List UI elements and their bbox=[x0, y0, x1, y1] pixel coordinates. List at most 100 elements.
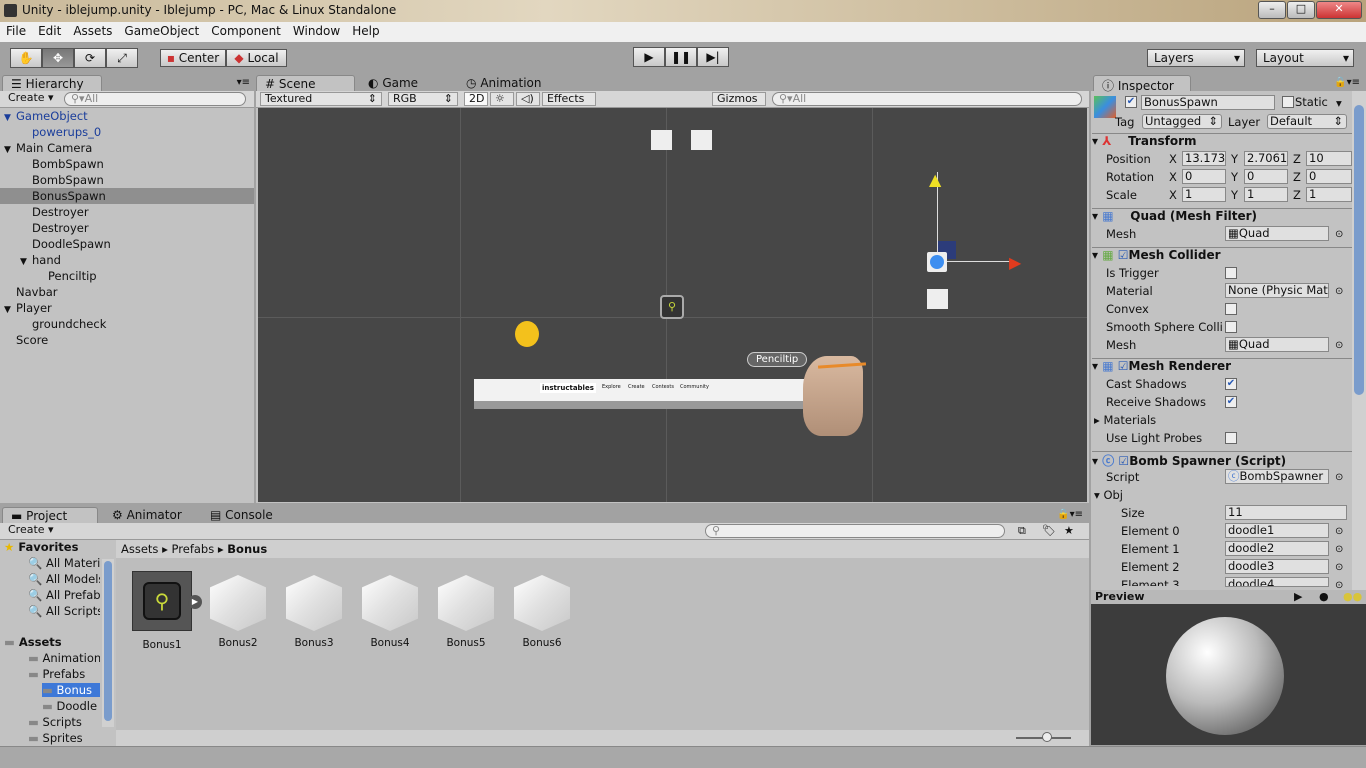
element-field[interactable]: doodle4 bbox=[1225, 577, 1329, 587]
scale-x-input[interactable]: 1 bbox=[1182, 187, 1226, 202]
position-y-input[interactable]: 2.7061 bbox=[1244, 151, 1288, 166]
layers-dropdown[interactable]: Layers ▾ bbox=[1147, 49, 1245, 67]
rotation-x-input[interactable]: 0 bbox=[1182, 169, 1226, 184]
favorites-header[interactable]: ★ Favorites bbox=[4, 540, 100, 554]
hierarchy-item[interactable]: DoodleSpawn bbox=[0, 236, 254, 252]
hierarchy-item[interactable]: Destroyer bbox=[0, 204, 254, 220]
asset-item[interactable]: Bonus2 bbox=[206, 575, 270, 649]
foldout-arrow-icon[interactable]: ▼ bbox=[4, 142, 16, 158]
hand-tool-button[interactable]: ✋ bbox=[10, 48, 42, 68]
folder-item[interactable]: ▬ Animation bbox=[28, 651, 100, 665]
receive-shadows-checkbox[interactable]: ✔ bbox=[1225, 396, 1237, 408]
rotation-z-input[interactable]: 0 bbox=[1306, 169, 1352, 184]
foldout-arrow-icon[interactable]: ▼ bbox=[20, 254, 32, 270]
tree-scrollbar[interactable] bbox=[102, 559, 114, 727]
scale-z-input[interactable]: 1 bbox=[1306, 187, 1352, 202]
material-field[interactable]: None (Physic Mate bbox=[1225, 283, 1329, 298]
assets-header[interactable]: ▬ Assets bbox=[4, 635, 100, 649]
step-button[interactable]: ▶| bbox=[697, 47, 729, 67]
filter-label-icon[interactable]: 🏷 bbox=[1042, 524, 1056, 537]
favorite-item[interactable]: 🔍 All Prefab bbox=[28, 588, 100, 602]
transform-header[interactable]: ▾ ⅄ Transform bbox=[1092, 133, 1352, 151]
asset-item[interactable]: Bonus5 bbox=[434, 575, 498, 649]
menu-window[interactable]: Window bbox=[287, 22, 346, 40]
menu-help[interactable]: Help bbox=[346, 22, 385, 40]
convex-checkbox[interactable] bbox=[1225, 303, 1237, 315]
element-field[interactable]: doodle1 bbox=[1225, 523, 1329, 538]
render-mode-dropdown[interactable]: RGB ⇕ bbox=[388, 92, 458, 106]
object-picker-icon[interactable]: ⊙ bbox=[1335, 526, 1343, 537]
tab-animation[interactable]: ◷ Animation bbox=[458, 75, 550, 91]
tab-animator[interactable]: ⚙ Animator bbox=[104, 507, 190, 523]
favorite-item[interactable]: 🔍 All Materi bbox=[28, 556, 100, 570]
mesh-renderer-header[interactable]: ▾ ▦ ☑Mesh Renderer bbox=[1092, 358, 1352, 376]
object-picker-icon[interactable]: ⊙ bbox=[1335, 229, 1343, 240]
element-field[interactable]: doodle2 bbox=[1225, 541, 1329, 556]
favorite-item[interactable]: 🔍 All Scripts bbox=[28, 604, 100, 618]
object-picker-icon[interactable]: ⊙ bbox=[1335, 286, 1343, 297]
folder-item[interactable]: ▬ Doodle bbox=[42, 699, 100, 713]
cast-shadows-checkbox[interactable]: ✔ bbox=[1225, 378, 1237, 390]
menu-gameobject[interactable]: GameObject bbox=[118, 22, 205, 40]
close-button[interactable]: ✕ bbox=[1316, 1, 1362, 19]
project-search-input[interactable]: ⚲ bbox=[705, 524, 1005, 538]
active-checkbox[interactable]: ✔ bbox=[1125, 96, 1137, 108]
layer-dropdown[interactable]: Default ⇕ bbox=[1267, 114, 1347, 129]
folder-item[interactable]: ▬ Prefabs bbox=[28, 667, 100, 681]
hierarchy-item[interactable]: Penciltip bbox=[0, 268, 254, 284]
mesh-collider-header[interactable]: ▾ ▦ ☑Mesh Collider bbox=[1092, 247, 1352, 265]
mesh-filter-header[interactable]: ▾ ▦ Quad (Mesh Filter) bbox=[1092, 208, 1352, 226]
tab-hierarchy[interactable]: ☰ Hierarchy bbox=[2, 75, 102, 91]
static-checkbox[interactable] bbox=[1282, 96, 1294, 108]
hierarchy-item[interactable]: ▼ GameObject bbox=[0, 108, 254, 124]
pivot-center-button[interactable]: ▪ Center bbox=[160, 49, 226, 67]
spawn-square[interactable] bbox=[927, 289, 948, 309]
spawn-square[interactable] bbox=[651, 130, 672, 150]
menu-assets[interactable]: Assets bbox=[67, 22, 118, 40]
smooth-sphere-checkbox[interactable] bbox=[1225, 321, 1237, 333]
object-picker-icon[interactable]: ⊙ bbox=[1335, 340, 1343, 351]
foldout-arrow-icon[interactable]: ▼ bbox=[4, 302, 16, 318]
breadcrumb-item[interactable]: Prefabs bbox=[172, 542, 215, 556]
tab-console[interactable]: ▤ Console bbox=[202, 507, 281, 523]
menu-file[interactable]: File bbox=[0, 22, 32, 40]
static-dropdown-icon[interactable]: ▾ bbox=[1336, 96, 1342, 110]
preview-sphere-icon[interactable]: ● bbox=[1319, 590, 1329, 603]
size-input[interactable]: 11 bbox=[1225, 505, 1347, 520]
folder-item[interactable]: ▬ Scripts bbox=[28, 715, 100, 729]
move-tool-button[interactable]: ✥ bbox=[42, 48, 74, 68]
object-picker-icon[interactable]: ⊙ bbox=[1335, 562, 1343, 573]
gameobject-cube-icon[interactable] bbox=[1094, 96, 1116, 118]
script-field[interactable]: ⓒBombSpawner bbox=[1225, 469, 1329, 484]
tab-inspector[interactable]: ⓘ Inspector bbox=[1093, 75, 1191, 93]
pause-button[interactable]: ❚❚ bbox=[665, 47, 697, 67]
lock-icon[interactable]: 🔒▾≡ bbox=[1057, 509, 1083, 520]
hierarchy-item[interactable]: groundcheck bbox=[0, 316, 254, 332]
spawn-square[interactable] bbox=[691, 130, 712, 150]
element-field[interactable]: doodle3 bbox=[1225, 559, 1329, 574]
create-dropdown[interactable]: Create ▾ bbox=[4, 92, 58, 106]
asset-item[interactable]: ⚲ Bonus1 bbox=[130, 571, 194, 651]
obj-foldout[interactable]: ▾ Obj bbox=[1094, 488, 1123, 502]
hierarchy-item[interactable]: BombSpawn bbox=[0, 172, 254, 188]
effects-dropdown[interactable]: Effects ▾ bbox=[542, 92, 596, 117]
folder-item[interactable]: ▬ Bonus bbox=[42, 683, 100, 697]
folder-item[interactable]: ▬ Sprites bbox=[28, 731, 100, 745]
favorite-item[interactable]: 🔍 All Models bbox=[28, 572, 100, 586]
player-sprite[interactable] bbox=[515, 321, 539, 347]
breadcrumb-item[interactable]: Bonus bbox=[227, 542, 267, 556]
tab-game[interactable]: ◐ Game bbox=[360, 75, 426, 91]
hierarchy-item[interactable]: ▼ hand bbox=[0, 252, 254, 268]
collider-mesh-field[interactable]: ▦Quad bbox=[1225, 337, 1329, 352]
preview-light-icon[interactable]: ●● bbox=[1343, 590, 1362, 603]
filter-type-icon[interactable]: ⧉ bbox=[1018, 524, 1026, 538]
rotation-y-input[interactable]: 0 bbox=[1244, 169, 1288, 184]
lighting-toggle[interactable]: ☼ bbox=[490, 92, 514, 106]
scale-y-input[interactable]: 1 bbox=[1244, 187, 1288, 202]
object-name-input[interactable]: BonusSpawn bbox=[1141, 95, 1275, 110]
hierarchy-item[interactable]: BombSpawn bbox=[0, 156, 254, 172]
hierarchy-search-input[interactable]: ⚲▾All bbox=[64, 92, 246, 106]
minimize-button[interactable]: – bbox=[1258, 1, 1286, 19]
gizmos-dropdown[interactable]: Gizmos ▾ bbox=[712, 92, 766, 117]
slider-thumb[interactable] bbox=[1042, 732, 1052, 742]
